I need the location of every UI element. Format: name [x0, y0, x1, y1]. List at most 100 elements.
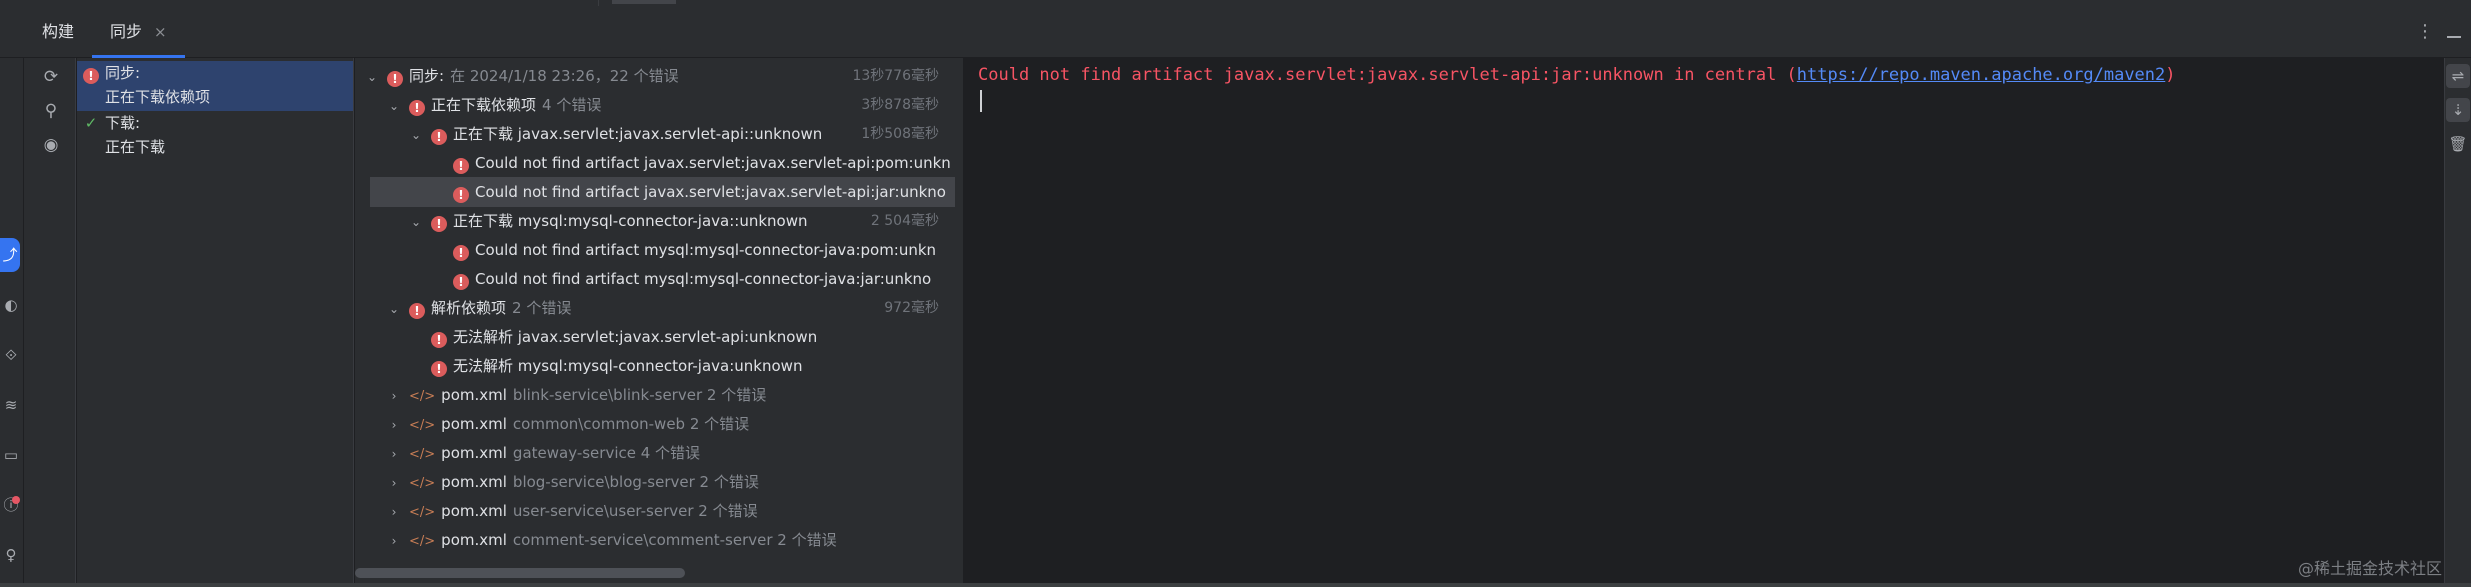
tree-row[interactable]: ! Could not find artifact mysql:mysql-con…: [355, 264, 953, 294]
error-icon: !: [387, 71, 403, 87]
tree-row-detail: 4 个错误: [542, 96, 602, 114]
error-icon: !: [453, 187, 469, 203]
tree-row[interactable]: ⌄! 正在下载依赖项 4 个错误 3秒878毫秒: [355, 90, 953, 120]
layers-icon[interactable]: ≋: [0, 394, 22, 416]
tree-row[interactable]: ! Could not find artifact mysql:mysql-con…: [355, 235, 953, 265]
drag-handle[interactable]: [612, 0, 676, 4]
error-icon: !: [409, 100, 425, 116]
error-icon: !: [83, 68, 99, 84]
close-icon[interactable]: ×: [154, 23, 167, 41]
tree-row[interactable]: ! Could not find artifact javax.servlet:j…: [355, 148, 953, 178]
tree-row[interactable]: ⌄! 正在下载 javax.servlet:javax.servlet-api::…: [355, 119, 953, 149]
services-icon[interactable]: ⟐: [0, 344, 22, 366]
tree-row-detail: 2 个错误: [512, 299, 572, 317]
tree-row-title: pom.xml: [441, 502, 507, 520]
build-toolbar: ⟳ ⚲ ◉: [24, 58, 76, 587]
error-icon: !: [431, 361, 447, 377]
tree-row[interactable]: › </> pom.xml common\common-web 2 个错误: [355, 409, 953, 439]
git-icon[interactable]: ◐: [0, 294, 22, 316]
chevron-right-icon[interactable]: ›: [387, 468, 401, 497]
tree-row[interactable]: › </> pom.xml blog-service\blog-server 2 个错…: [355, 467, 953, 497]
summary-sync-sub: 正在下载依赖项: [105, 88, 211, 106]
chevron-right-icon[interactable]: ›: [387, 439, 401, 468]
tab-sync[interactable]: 同步 ×: [92, 6, 185, 58]
summary-download-sub: 正在下载: [105, 138, 166, 156]
soft-wrap-icon[interactable]: ⇌: [2446, 64, 2470, 88]
tree-row-title: 同步:: [409, 67, 445, 85]
chevron-down-icon[interactable]: ⌄: [409, 207, 423, 236]
tab-build[interactable]: 构建: [42, 6, 74, 58]
vcs-icon[interactable]: ♀: [0, 544, 22, 566]
chevron-down-icon[interactable]: ⌄: [365, 62, 379, 91]
chevron-right-icon[interactable]: ›: [387, 381, 401, 410]
sync-summary-panel: ! 同步: 正在下载依赖项 ✓ 下载: 正在下载: [77, 58, 354, 587]
chevron-down-icon[interactable]: ⌄: [387, 294, 401, 323]
tree-row-title: pom.xml: [441, 473, 507, 491]
xml-file-icon: </>: [409, 534, 436, 549]
terminal-icon[interactable]: ▭: [0, 444, 22, 466]
summary-item-download[interactable]: ✓ 下载:: [83, 111, 140, 135]
tree-row[interactable]: ⌄! 同步: 在 2024/1/18 23:26，22 个错误 13秒776毫秒: [355, 61, 953, 91]
tree-row-detail: blog-service\blog-server 2 个错误: [512, 473, 759, 491]
pin-icon[interactable]: ⚲: [40, 100, 62, 122]
error-icon: !: [409, 303, 425, 319]
tree-row-title: 正在下载依赖项: [431, 96, 537, 114]
tree-row[interactable]: ⌄! 解析依赖项 2 个错误 972毫秒: [355, 293, 953, 323]
error-icon: !: [453, 245, 469, 261]
xml-file-icon: </>: [409, 418, 436, 433]
tree-row[interactable]: ! Could not find artifact javax.servlet:j…: [370, 177, 955, 207]
error-icon: !: [431, 129, 447, 145]
tree-row-title: pom.xml: [441, 531, 507, 549]
chevron-right-icon[interactable]: ›: [387, 526, 401, 555]
tree-row-title: pom.xml: [441, 444, 507, 462]
minimize-icon[interactable]: [2447, 36, 2461, 38]
sync-tree[interactable]: ⌄! 同步: 在 2024/1/18 23:26，22 个错误 13秒776毫秒 ⌄! 正…: [355, 58, 963, 587]
tree-row-title: Could not find artifact javax.servlet:ja…: [475, 183, 946, 201]
chevron-down-icon[interactable]: ⌄: [409, 120, 423, 149]
tree-row-detail: 在 2024/1/18 23:26，22 个错误: [450, 67, 679, 85]
tree-row[interactable]: ! 无法解析 javax.servlet:javax.servlet-api:un…: [355, 322, 953, 352]
tree-row[interactable]: › </> pom.xml blink-service\blink-server 2 …: [355, 380, 953, 410]
chevron-right-icon[interactable]: ›: [387, 410, 401, 439]
chevron-down-icon[interactable]: ⌄: [387, 91, 401, 120]
tree-row-duration: 13秒776毫秒: [852, 68, 939, 84]
summary-download-label: 下载:: [105, 114, 141, 132]
tree-row-duration: 972毫秒: [884, 300, 939, 316]
tree-row[interactable]: › </> pom.xml user-service\user-server 2 个错…: [355, 496, 953, 526]
trash-icon[interactable]: 🗑: [2446, 132, 2470, 156]
xml-file-icon: </>: [409, 505, 436, 520]
scroll-to-end-icon[interactable]: ⇣: [2446, 98, 2470, 122]
console-toolbar: ⇌ ⇣ 🗑: [2444, 58, 2471, 587]
tree-row[interactable]: ⌄! 正在下载 mysql:mysql-connector-java::unkno…: [355, 206, 953, 236]
error-icon: !: [453, 274, 469, 290]
xml-file-icon: </>: [409, 476, 436, 491]
repository-link[interactable]: https://repo.maven.apache.org/maven2: [1797, 65, 2165, 85]
tool-window-tab-bar: 构建 同步 × ⋮: [0, 6, 2471, 58]
tree-row-title: pom.xml: [441, 386, 507, 404]
summary-item-sync-title[interactable]: ! 同步:: [83, 61, 140, 85]
tree-row[interactable]: › </> pom.xml gateway-service 4 个错误: [355, 438, 953, 468]
console-output[interactable]: Could not find artifact javax.servlet:ja…: [964, 58, 2444, 587]
chevron-right-icon[interactable]: ›: [387, 497, 401, 526]
tree-horizontal-scrollbar[interactable]: [355, 568, 685, 578]
tree-row[interactable]: › </> pom.xml comment-service\comment-serve…: [355, 525, 953, 555]
tree-row-title: Could not find artifact mysql:mysql-conn…: [475, 270, 932, 288]
tree-row-detail: gateway-service 4 个错误: [512, 444, 701, 462]
build-tool-icon[interactable]: ⤴: [0, 238, 20, 272]
xml-file-icon: </>: [409, 389, 436, 404]
tree-row-duration: 3秒878毫秒: [861, 97, 939, 113]
eye-icon[interactable]: ◉: [40, 134, 62, 156]
tree-row-title: 正在下载 javax.servlet:javax.servlet-api::un…: [453, 125, 823, 143]
tree-row-title: Could not find artifact javax.servlet:ja…: [475, 154, 951, 172]
tree-row-detail: user-service\user-server 2 个错误: [512, 502, 758, 520]
tree-row-duration: 1秒508毫秒: [861, 126, 939, 142]
left-tool-strip: ⤴ ◐ ⟐ ≋ ▭ ⓘ ♀: [0, 58, 24, 587]
problems-badge: [12, 496, 20, 504]
tree-row-title: 无法解析 javax.servlet:javax.servlet-api:unk…: [453, 328, 818, 346]
console-message: Could not find artifact javax.servlet:ja…: [978, 65, 1797, 85]
tree-row-title: 无法解析 mysql:mysql-connector-java:unknown: [453, 357, 803, 375]
more-options-icon[interactable]: ⋮: [2416, 21, 2434, 42]
tree-row[interactable]: ! 无法解析 mysql:mysql-connector-java:unknown: [355, 351, 953, 381]
sync-icon[interactable]: ⟳: [40, 66, 62, 88]
tree-row-title: Could not find artifact mysql:mysql-conn…: [475, 241, 937, 259]
